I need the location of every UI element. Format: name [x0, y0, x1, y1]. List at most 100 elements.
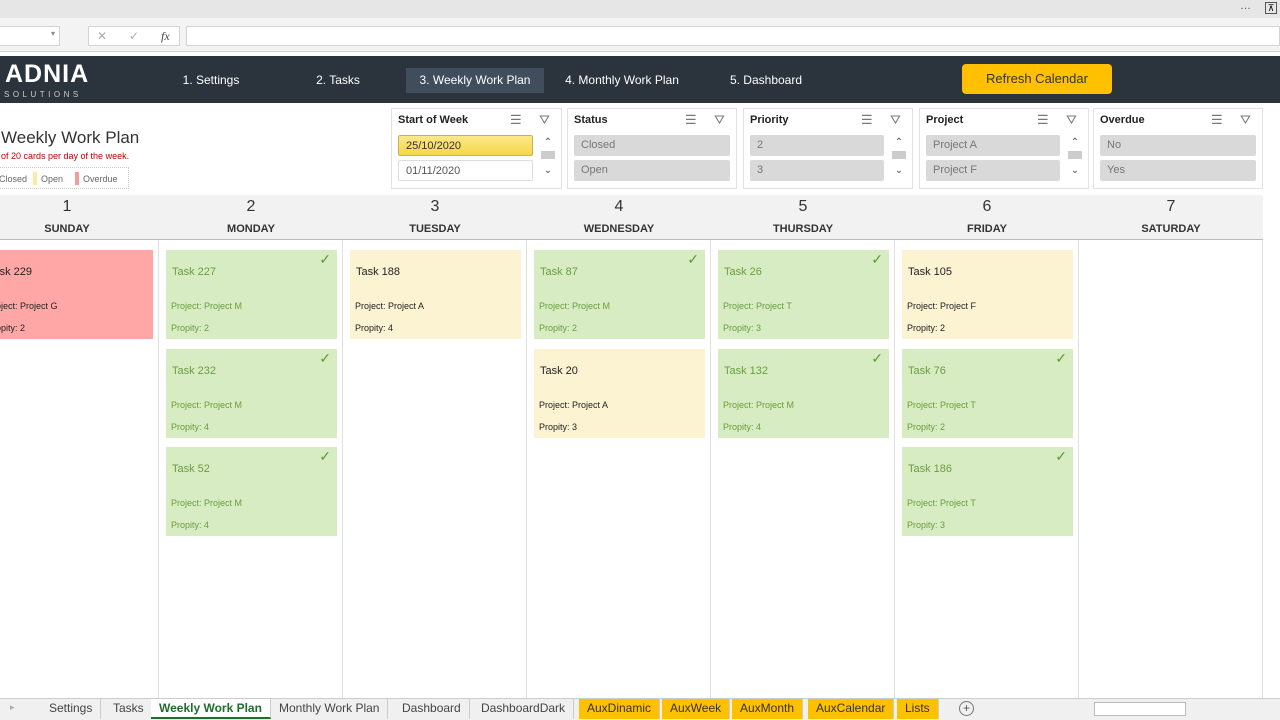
- slicer-item[interactable]: Yes: [1100, 160, 1256, 181]
- sheet-tab-dashboard[interactable]: Dashboard: [394, 699, 470, 719]
- checkmark-icon: ✓: [319, 448, 331, 464]
- task-project: Project: Project A: [355, 301, 425, 311]
- nav-monthly-work-plan[interactable]: 4. Monthly Work Plan: [556, 68, 688, 93]
- slicer-item[interactable]: 3: [750, 160, 884, 181]
- sheet-tab-auxcalendar[interactable]: AuxCalendar: [808, 699, 895, 719]
- task-card[interactable]: Task 227 Project: Project M Propity: 2 ✓: [166, 250, 337, 339]
- task-priority: Propity: 3: [539, 421, 578, 432]
- day-number: 7: [1166, 198, 1176, 215]
- scroll-up-icon[interactable]: ⌃: [541, 137, 555, 148]
- slicer-scrollbar-thumb[interactable]: [541, 151, 555, 159]
- refresh-calendar-button[interactable]: Refresh Calendar: [962, 64, 1112, 94]
- multi-select-icon[interactable]: ☰: [861, 112, 873, 128]
- task-card[interactable]: Task 26 Project: Project T Propity: 3 ✓: [718, 250, 889, 339]
- task-card[interactable]: Task 186 Project: Project T Propity: 3 ✓: [902, 447, 1073, 536]
- clear-filter-icon[interactable]: ⛛: [1240, 112, 1251, 128]
- scroll-up-icon[interactable]: ⌃: [892, 137, 906, 148]
- task-project: Project: Project A: [539, 399, 609, 410]
- task-card[interactable]: Task 188 Project: Project A Propity: 4: [350, 250, 521, 339]
- task-card[interactable]: Task 229 Project: Project G Propity: 2: [0, 250, 153, 339]
- name-box[interactable]: ▾: [0, 26, 60, 46]
- task-priority: Propity: 4: [171, 421, 210, 432]
- task-project: Project: Project M: [171, 498, 243, 508]
- scroll-down-icon[interactable]: ⌄: [892, 165, 906, 176]
- legend: Closed Open Overdue: [0, 167, 129, 189]
- task-card[interactable]: Task 87 Project: Project M Propity: 2 ✓: [534, 250, 705, 339]
- slicer-scrollbar-thumb[interactable]: [1068, 151, 1082, 159]
- task-project: Project: Project M: [539, 301, 611, 311]
- legend-open: Open: [41, 174, 64, 184]
- sheet-tab-dashboarddark[interactable]: DashboardDark: [473, 699, 575, 719]
- task-card[interactable]: Task 105 Project: Project F Propity: 2: [902, 250, 1073, 339]
- task-name: Task 105: [908, 266, 953, 278]
- slicer-item[interactable]: 25/10/2020: [398, 135, 533, 156]
- task-card[interactable]: Task 132 Project: Project M Propity: 4 ✓: [718, 348, 889, 438]
- formula-input[interactable]: [186, 26, 1280, 46]
- day-name: MONDAY: [227, 223, 275, 235]
- task-project: Project: Project M: [723, 399, 795, 410]
- enter-icon[interactable]: ✓: [129, 29, 139, 43]
- task-card[interactable]: Task 76 Project: Project T Propity: 2 ✓: [902, 348, 1073, 438]
- nav-settings[interactable]: 1. Settings: [170, 68, 252, 93]
- function-icon[interactable]: fx: [161, 29, 170, 44]
- slicer-priority: Priority ☰ ⛛ 2 3 ⌃ ⌄: [743, 108, 913, 189]
- clear-filter-icon[interactable]: ⛛: [714, 112, 725, 128]
- sheet-tab-settings[interactable]: Settings: [41, 699, 102, 719]
- sheet-tab-weekly-work-plan[interactable]: Weekly Work Plan: [151, 699, 271, 719]
- new-sheet-icon[interactable]: +: [959, 701, 974, 716]
- multi-select-icon[interactable]: ☰: [510, 112, 522, 128]
- scroll-up-icon[interactable]: ⌃: [1068, 137, 1082, 148]
- slicer-start-of-week: Start of Week ☰ ⛛ 25/10/2020 01/11/2020 ⌃ ⌄: [391, 108, 562, 189]
- nav-dashboard[interactable]: 5. Dashboard: [722, 68, 810, 93]
- slicer-item[interactable]: 2: [750, 135, 884, 156]
- day-number: 6: [982, 198, 992, 215]
- sheet-tabs-bar: ▸ Settings Tasks Weekly Work Plan Monthly W…: [0, 698, 1280, 720]
- task-name: Task 76: [908, 364, 946, 377]
- slicer-scrollbar-thumb[interactable]: [892, 151, 906, 159]
- slicer-title: Overdue: [1100, 114, 1145, 126]
- day-number: 2: [246, 198, 256, 215]
- multi-select-icon[interactable]: ☰: [1211, 112, 1223, 128]
- more-icon[interactable]: …: [1240, 0, 1251, 12]
- task-name: Task 26: [724, 266, 762, 278]
- slicer-item[interactable]: 01/11/2020: [398, 160, 533, 181]
- day-number: 5: [798, 198, 808, 215]
- task-project: Project: Project T: [907, 399, 976, 410]
- slicer-item[interactable]: Project F: [926, 160, 1060, 181]
- slicer-item[interactable]: Open: [574, 160, 730, 181]
- slicer-title: Start of Week: [398, 114, 469, 126]
- task-project: Project: Project F: [907, 301, 977, 311]
- cancel-icon[interactable]: ✕: [97, 29, 107, 43]
- task-card[interactable]: Task 20 Project: Project A Propity: 3: [534, 348, 705, 438]
- slicer-item[interactable]: Closed: [574, 135, 730, 156]
- task-name: Task 87: [540, 266, 578, 278]
- multi-select-icon[interactable]: ☰: [1037, 112, 1049, 128]
- nav-weekly-work-plan[interactable]: 3. Weekly Work Plan: [406, 68, 544, 93]
- task-card[interactable]: Task 232 Project: Project M Propity: 4 ✓: [166, 348, 337, 438]
- legend-overdue: Overdue: [83, 174, 118, 184]
- clear-filter-icon[interactable]: ⛛: [539, 112, 550, 128]
- slicer-item[interactable]: Project A: [926, 135, 1060, 156]
- sheet-tab-lists[interactable]: Lists: [897, 699, 939, 719]
- sheet-tab-tasks[interactable]: Tasks: [105, 699, 153, 719]
- legend-open-swatch: [33, 172, 37, 185]
- checkmark-icon: ✓: [319, 349, 331, 366]
- scroll-down-icon[interactable]: ⌄: [541, 165, 555, 176]
- clear-filter-icon[interactable]: ⛛: [890, 112, 901, 128]
- horizontal-scrollbar[interactable]: [1094, 702, 1186, 716]
- slicer-item[interactable]: No: [1100, 135, 1256, 156]
- nav-tasks[interactable]: 2. Tasks: [303, 68, 373, 93]
- day-number: 3: [430, 198, 440, 215]
- multi-select-icon[interactable]: ☰: [685, 112, 697, 128]
- sheet-tab-auxweek[interactable]: AuxWeek: [662, 699, 731, 719]
- scroll-down-icon[interactable]: ⌄: [1068, 165, 1082, 176]
- sheet-tab-auxmonth[interactable]: AuxMonth: [732, 699, 804, 719]
- clear-filter-icon[interactable]: ⛛: [1066, 112, 1077, 128]
- task-card[interactable]: Task 52 Project: Project M Propity: 4 ✓: [166, 447, 337, 536]
- ribbon-display-icon[interactable]: ⊼: [1265, 2, 1277, 14]
- task-priority: Propity: 3: [723, 323, 762, 333]
- scroll-tabs-left-icon[interactable]: ▸: [10, 702, 15, 713]
- sheet-tab-monthly-work-plan[interactable]: Monthly Work Plan: [271, 699, 389, 719]
- task-priority: Propity: 4: [723, 421, 762, 432]
- sheet-tab-auxdinamic[interactable]: AuxDinamic: [579, 699, 661, 719]
